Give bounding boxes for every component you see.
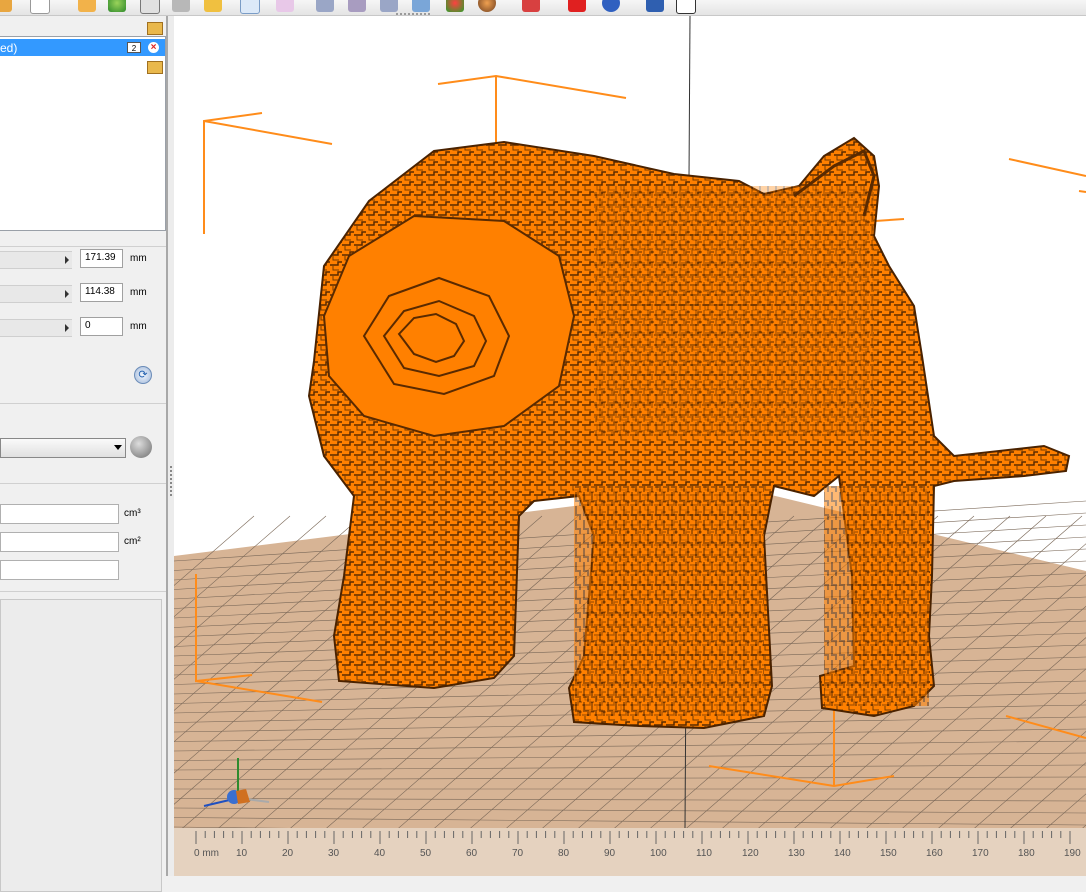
splitter-grip: [170, 466, 172, 496]
dimension-x-slider[interactable]: [0, 251, 72, 269]
volume-unit: cm³: [124, 508, 141, 519]
arrow-right-icon: [65, 324, 69, 332]
ruler-unit-label: 0 mm: [194, 848, 219, 859]
arrow-right-icon: [65, 290, 69, 298]
search-icon[interactable]: [204, 0, 222, 12]
ruler-tick-label: 190: [1064, 848, 1081, 859]
color-ball-icon[interactable]: [446, 0, 464, 12]
folder-open-icon[interactable]: [147, 61, 163, 74]
3d-viewport[interactable]: 0 mm 10 20 30 40 50 60 70 80 90 100 110 120 130 140 15…: [174, 16, 1086, 876]
ruler-tick-label: 80: [558, 848, 570, 859]
object-list-item[interactable]: ed) 2 ×: [0, 39, 165, 56]
object-list[interactable]: ed) 2 ×: [0, 36, 166, 231]
window-icon[interactable]: [646, 0, 664, 12]
ruler-tick-label: 180: [1018, 848, 1035, 859]
cut-icon[interactable]: [412, 0, 430, 12]
elephant-ear: [322, 214, 576, 438]
arrow-right-icon: [65, 256, 69, 264]
sphere-icon[interactable]: [478, 0, 496, 12]
color-icon[interactable]: [108, 0, 126, 12]
dimension-y-unit: mm: [130, 287, 147, 298]
load-icon[interactable]: [78, 0, 96, 12]
info-area: [0, 599, 162, 892]
ruler-tick-label: 170: [972, 848, 989, 859]
elephant-back-leg-texture: [824, 486, 929, 706]
table-icon[interactable]: [676, 0, 696, 14]
ruler-strip: [174, 828, 1086, 876]
dimension-x-row: 171.39 mm: [0, 247, 166, 269]
reset-dimensions-icon[interactable]: ⟳: [134, 366, 152, 384]
object-name: ed): [0, 41, 18, 55]
scale-icon[interactable]: [380, 0, 398, 12]
open-icon[interactable]: [0, 0, 12, 12]
left-panel: ed) 2 × 171.39 mm 114.38 mm 0 mm ⟳ cm³ c…: [0, 16, 168, 892]
settings-icon[interactable]: [172, 0, 190, 12]
object-count-badge: 2: [127, 42, 141, 53]
rotate-icon[interactable]: [348, 0, 366, 12]
ruler-tick-label: 100: [650, 848, 667, 859]
add-icon[interactable]: [568, 0, 586, 12]
elephant-front-leg-texture: [574, 486, 764, 716]
scene-canvas[interactable]: [174, 16, 1086, 876]
volume-field: [0, 504, 119, 524]
print-icon[interactable]: [140, 0, 160, 14]
dimension-y-slider[interactable]: [0, 285, 72, 303]
area-unit: cm²: [124, 536, 141, 547]
dimensions-section: 171.39 mm 114.38 mm 0 mm ⟳: [0, 246, 166, 404]
ruler-tick-label: 130: [788, 848, 805, 859]
ruler-tick-label: 50: [420, 848, 432, 859]
elephant-head-texture: [594, 186, 874, 436]
dimension-y-row: 114.38 mm: [0, 281, 166, 303]
ruler-tick-label: 110: [696, 848, 712, 859]
ruler-tick-label: 160: [926, 848, 943, 859]
measure-tool-icon[interactable]: [276, 0, 294, 12]
dimension-z-slider[interactable]: [0, 319, 72, 337]
ruler-tick-label: 40: [374, 848, 386, 859]
ruler-tick-label: 120: [742, 848, 759, 859]
dimension-y-input[interactable]: 114.38: [80, 283, 123, 302]
ruler-tick-label: 10: [236, 848, 248, 859]
dimension-z-input[interactable]: 0: [80, 317, 123, 336]
undo-icon[interactable]: [522, 0, 540, 12]
move-icon[interactable]: [316, 0, 334, 12]
properties-section: cm³ cm²: [0, 489, 166, 592]
dimension-z-unit: mm: [130, 321, 147, 332]
ruler-tick-label: 150: [880, 848, 897, 859]
folder-icon[interactable]: [147, 22, 163, 35]
chevron-down-icon: [114, 445, 122, 450]
ruler-tick-label: 140: [834, 848, 851, 859]
ruler-tick-label: 20: [282, 848, 294, 859]
ruler-tick-label: 60: [466, 848, 478, 859]
dimension-x-input[interactable]: 171.39: [80, 249, 123, 268]
new-document-icon[interactable]: [30, 0, 50, 14]
ruler-tick-label: 90: [604, 848, 616, 859]
area-field: [0, 532, 119, 552]
ruler-tick-label: 30: [328, 848, 340, 859]
dimension-x-unit: mm: [130, 253, 147, 264]
material-sphere-icon[interactable]: [130, 436, 152, 458]
select-tool-icon[interactable]: [240, 0, 260, 14]
material-section: [0, 411, 166, 484]
extra-field: [0, 560, 119, 580]
ruler-tick-label: 70: [512, 848, 524, 859]
main-toolbar: [0, 0, 1086, 16]
material-dropdown[interactable]: [0, 438, 126, 458]
remove-object-icon[interactable]: ×: [148, 42, 159, 53]
help-icon[interactable]: [602, 0, 620, 12]
dimension-z-row: 0 mm: [0, 315, 166, 337]
